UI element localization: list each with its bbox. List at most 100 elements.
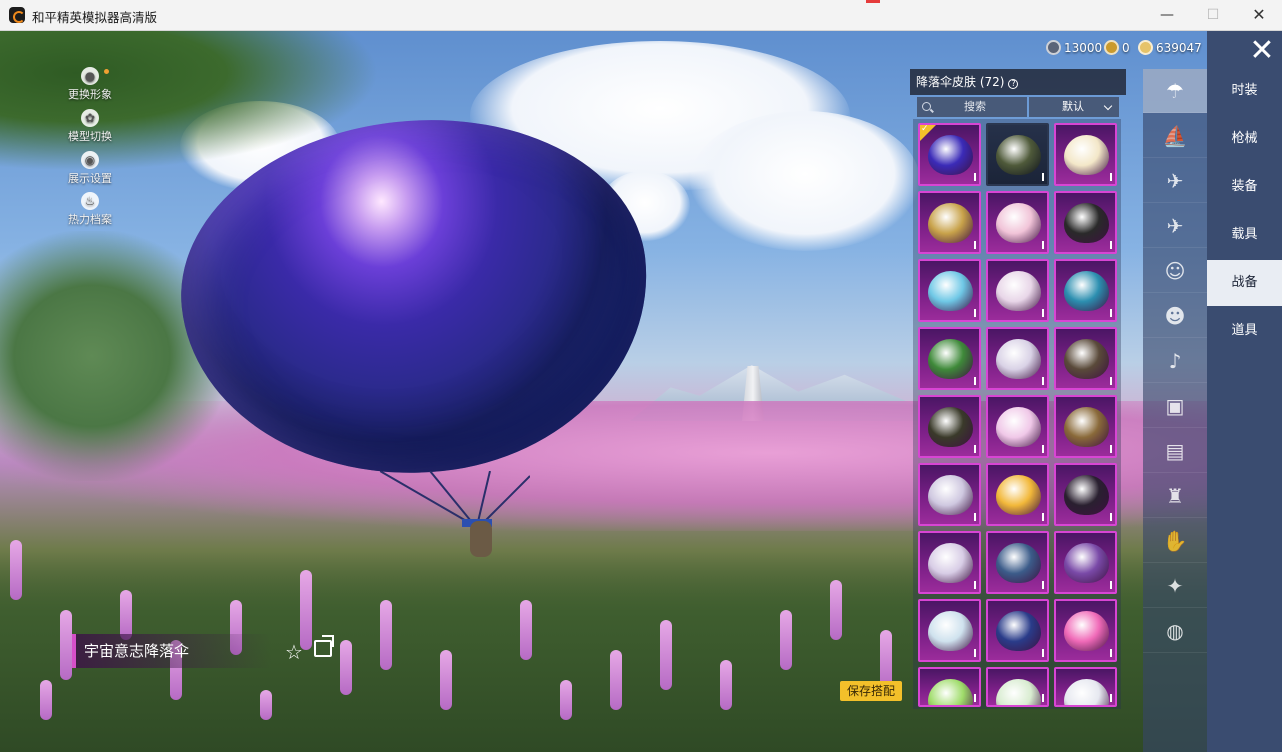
parachute-thumbnail	[928, 135, 973, 175]
parachute-thumbnail	[928, 611, 973, 651]
gesture-icon[interactable]: ✋	[1143, 519, 1207, 563]
tab-4[interactable]: 战备	[1207, 260, 1282, 306]
skin-tile[interactable]	[918, 531, 981, 594]
skin-tile[interactable]	[1054, 463, 1117, 526]
scene-flower	[380, 600, 392, 670]
skin-tile[interactable]	[918, 463, 981, 526]
save-outfit-button[interactable]: 保存搭配	[840, 681, 902, 701]
tile-marker	[1042, 445, 1044, 453]
skin-tile[interactable]	[986, 667, 1049, 707]
share-icon[interactable]	[314, 635, 334, 657]
maximize-button[interactable]: ☐	[1190, 0, 1236, 31]
parachute-thumbnail	[996, 543, 1041, 583]
game-viewport[interactable]: ● 更换形象 ✿ 模型切换 ◉ 展示设置 ♨ 热力档案 宇宙意志降落伞 ☆ 保存搭配 1300…	[0, 31, 1282, 752]
skin-tile[interactable]	[1054, 395, 1117, 458]
skin-tile[interactable]	[1054, 259, 1117, 322]
tab-2[interactable]: 装备	[1207, 164, 1282, 210]
skin-tile[interactable]	[986, 395, 1049, 458]
skin-tile[interactable]	[918, 667, 981, 707]
tile-marker	[1110, 513, 1112, 521]
skin-tile[interactable]	[986, 191, 1049, 254]
avatar-icon: ●	[81, 67, 99, 85]
tile-marker	[974, 649, 976, 657]
skin-tile[interactable]	[1054, 327, 1117, 390]
window-close-button[interactable]: ✕	[1236, 0, 1282, 31]
skin-tile[interactable]	[1054, 123, 1117, 186]
quick-menu-item[interactable]: ● 更换形象	[60, 67, 120, 102]
drone-icon[interactable]: ✈	[1143, 159, 1207, 203]
robot-icon[interactable]: ☻	[1143, 294, 1207, 338]
photo-icon[interactable]: ▤	[1143, 429, 1207, 473]
scene-flower	[780, 610, 792, 670]
tile-marker	[974, 581, 976, 589]
skin-tile[interactable]	[1054, 531, 1117, 594]
parachute-thumbnail	[996, 135, 1041, 175]
tab-3[interactable]: 载具	[1207, 212, 1282, 258]
minimize-button[interactable]: —	[1144, 0, 1190, 31]
skin-tile[interactable]	[1054, 667, 1117, 707]
plane-icon[interactable]: ✈	[1143, 204, 1207, 248]
tab-1[interactable]: 枪械	[1207, 116, 1282, 162]
skin-tile[interactable]	[986, 327, 1049, 390]
search-input[interactable]: 搜索	[917, 97, 1027, 117]
skin-tile[interactable]	[986, 463, 1049, 526]
parachute-thumbnail	[996, 611, 1041, 651]
tile-marker	[1042, 649, 1044, 657]
tile-marker	[1110, 173, 1112, 181]
skin-tile[interactable]	[918, 395, 981, 458]
parachute-icon[interactable]: ☂	[1143, 69, 1207, 113]
help-icon[interactable]: ?	[1008, 79, 1019, 89]
item-name-label: 宇宙意志降落伞	[72, 634, 272, 668]
emote-icon[interactable]: ☺	[1143, 249, 1207, 293]
tab-0[interactable]: 时装	[1207, 68, 1282, 114]
scene-flower	[260, 690, 272, 720]
recording-indicator	[866, 0, 880, 3]
favorite-star-icon[interactable]: ☆	[285, 640, 303, 664]
skin-tile[interactable]	[1054, 191, 1117, 254]
sparkle-icon[interactable]: ✦	[1143, 564, 1207, 608]
tile-marker	[974, 309, 976, 317]
ufo-icon[interactable]: ◍	[1143, 609, 1207, 653]
scene-flower	[60, 610, 72, 680]
skin-tile[interactable]	[918, 191, 981, 254]
skin-tile[interactable]	[986, 531, 1049, 594]
quick-menu-item[interactable]: ♨ 热力档案	[60, 192, 120, 227]
parachute-thumbnail	[996, 203, 1041, 243]
tile-marker	[1042, 241, 1044, 249]
skin-tile[interactable]	[918, 599, 981, 662]
panel-title: 降落伞皮肤 (72)	[916, 75, 1005, 89]
skin-tile[interactable]	[918, 123, 981, 186]
window-title: 和平精英模拟器高清版	[32, 10, 158, 25]
skin-panel-header: 降落伞皮肤 (72)?	[910, 69, 1126, 95]
quick-menu-item[interactable]: ✿ 模型切换	[60, 109, 120, 144]
parachute-thumbnail	[928, 339, 973, 379]
search-icon	[922, 102, 931, 111]
parachute-thumbnail	[1064, 475, 1109, 515]
parachute-thumbnail	[1064, 271, 1109, 311]
tile-marker	[974, 377, 976, 385]
skin-tile[interactable]	[986, 123, 1049, 186]
skin-tile[interactable]	[986, 259, 1049, 322]
spray-icon[interactable]: ♜	[1143, 474, 1207, 518]
window-title-bar: 和平精英模拟器高清版 — ☐ ✕	[0, 0, 1282, 31]
currency-value: 0	[1122, 41, 1130, 55]
tab-5[interactable]: 道具	[1207, 308, 1282, 354]
parachute-thumbnail	[928, 679, 973, 705]
skin-tile[interactable]	[986, 599, 1049, 662]
sort-dropdown[interactable]: 默认	[1029, 97, 1119, 117]
gear-icon: ✿	[81, 109, 99, 127]
scene-flower	[660, 620, 672, 690]
tile-marker	[1110, 241, 1112, 249]
skin-tile[interactable]	[1054, 599, 1117, 662]
currency-badge: 0	[1104, 40, 1130, 55]
companion-icon[interactable]: ▣	[1143, 384, 1207, 428]
skin-tile[interactable]	[918, 259, 981, 322]
parachute-thumbnail	[1064, 679, 1109, 705]
scene-flower	[720, 660, 732, 710]
speaker-icon[interactable]: ♪	[1143, 339, 1207, 383]
skin-tile[interactable]	[918, 327, 981, 390]
close-panel-icon[interactable]: ✕	[1247, 36, 1277, 67]
boat-icon[interactable]: ⛵	[1143, 114, 1207, 158]
parachute-thumbnail	[928, 543, 973, 583]
quick-menu-item[interactable]: ◉ 展示设置	[60, 151, 120, 186]
